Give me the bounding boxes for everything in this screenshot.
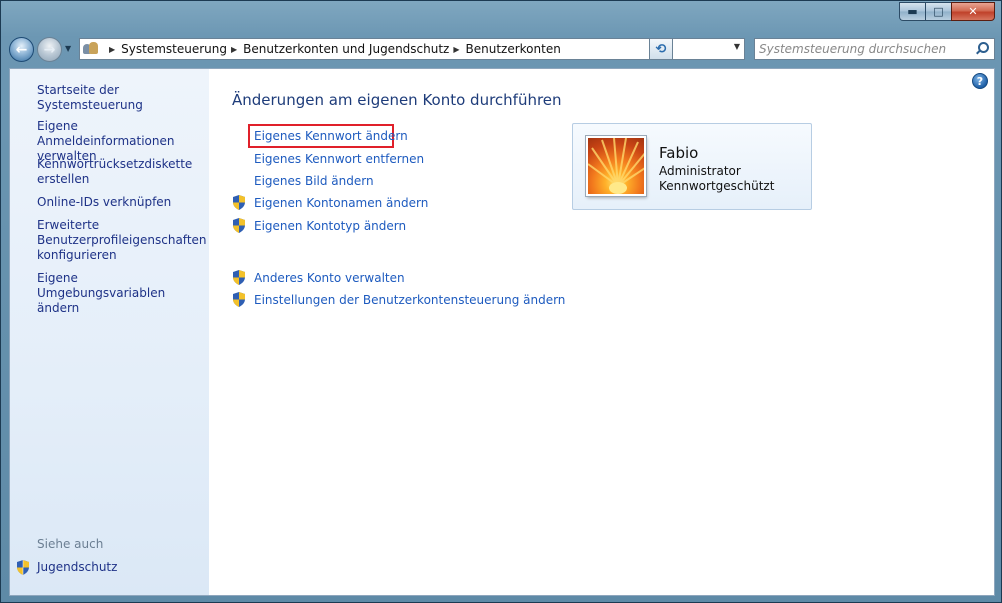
- user-accounts-icon: [83, 42, 101, 56]
- task-bild-aendern[interactable]: Eigenes Bild ändern: [254, 174, 374, 188]
- arrow-right-icon: →: [43, 41, 56, 58]
- minimize-button[interactable]: ▬: [899, 2, 925, 21]
- breadcrumb-benutzerkonten[interactable]: Benutzerkonten: [466, 42, 561, 56]
- forward-button[interactable]: →: [37, 37, 62, 62]
- task-kontotyp-aendern[interactable]: Eigenen Kontotyp ändern: [254, 219, 406, 233]
- account-name: Fabio: [659, 144, 699, 162]
- task-kontoname-aendern[interactable]: Eigenen Kontonamen ändern: [254, 196, 428, 210]
- sidebar-item-startseite[interactable]: Startseite der Systemsteuerung: [37, 83, 205, 113]
- content-area: Startseite der Systemsteuerung Eigene An…: [9, 68, 995, 596]
- account-type: Administrator: [659, 164, 741, 178]
- task-benutzerkontensteuerung[interactable]: Einstellungen der Benutzerkontensteuerun…: [254, 293, 565, 307]
- sidebar: Startseite der Systemsteuerung Eigene An…: [10, 69, 209, 595]
- close-button[interactable]: ✕: [951, 2, 995, 21]
- address-bar[interactable]: ▶ Systemsteuerung ▶ Benutzerkonten und J…: [79, 38, 745, 60]
- task-anderes-konto-verwalten[interactable]: Anderes Konto verwalten: [254, 271, 405, 285]
- account-card: Fabio Administrator Kennwortgeschützt: [572, 123, 812, 210]
- navigation-bar: ← → ▼ ▶ Systemsteuerung ▶ Benutzerkonten…: [9, 35, 995, 63]
- page-title: Änderungen am eigenen Konto durchführen: [232, 91, 562, 109]
- uac-shield-icon: [232, 270, 246, 285]
- search-input[interactable]: Systemsteuerung durchsuchen: [759, 42, 974, 56]
- uac-shield-icon: [232, 195, 246, 210]
- address-dropdown[interactable]: ▼: [734, 42, 740, 51]
- arrow-left-icon: ←: [15, 41, 28, 58]
- task-kennwort-entfernen[interactable]: Eigenes Kennwort entfernen: [254, 152, 424, 166]
- uac-shield-icon: [232, 292, 246, 307]
- breadcrumb-separator[interactable]: ▶: [109, 45, 115, 54]
- breadcrumb-benutzerkonten-jugendschutz[interactable]: Benutzerkonten und Jugendschutz: [243, 42, 449, 56]
- account-status: Kennwortgeschützt: [659, 179, 775, 193]
- control-panel-window: ▬ □ ✕ ← → ▼ ▶ Systemsteuerung ▶ Benutzer…: [0, 0, 1002, 603]
- back-button[interactable]: ←: [9, 37, 34, 62]
- help-icon[interactable]: ?: [972, 73, 988, 89]
- sidebar-item-kennwortruecksetzdiskette[interactable]: Kennwortrücksetzdiskette erstellen: [37, 157, 205, 187]
- breadcrumb-separator[interactable]: ▶: [453, 45, 459, 54]
- sidebar-item-online-ids[interactable]: Online-IDs verknüpfen: [37, 195, 205, 210]
- uac-shield-icon: [16, 560, 30, 575]
- task-kennwort-aendern[interactable]: Eigenes Kennwort ändern: [254, 129, 408, 143]
- breadcrumb-systemsteuerung[interactable]: Systemsteuerung: [121, 42, 227, 56]
- see-also-heading: Siehe auch: [37, 537, 104, 551]
- sidebar-item-benutzerprofileigenschaften[interactable]: Erweiterte Benutzerprofileigenschaften k…: [37, 218, 207, 263]
- maximize-button[interactable]: □: [925, 2, 951, 21]
- search-box[interactable]: Systemsteuerung durchsuchen: [754, 38, 995, 60]
- caption-buttons: ▬ □ ✕: [899, 2, 995, 21]
- sidebar-item-umgebungsvariablen[interactable]: Eigene Umgebungsvariablen ändern: [37, 271, 205, 316]
- avatar: [586, 136, 646, 196]
- title-bar[interactable]: ▬ □ ✕: [1, 1, 1001, 29]
- uac-shield-icon: [232, 218, 246, 233]
- search-icon[interactable]: [974, 41, 990, 57]
- breadcrumb-separator[interactable]: ▶: [231, 45, 237, 54]
- sidebar-item-jugendschutz[interactable]: Jugendschutz: [37, 560, 205, 575]
- recent-pages-dropdown[interactable]: ▼: [65, 44, 71, 53]
- refresh-button[interactable]: ⟲: [649, 38, 673, 60]
- refresh-icon: ⟲: [655, 41, 667, 57]
